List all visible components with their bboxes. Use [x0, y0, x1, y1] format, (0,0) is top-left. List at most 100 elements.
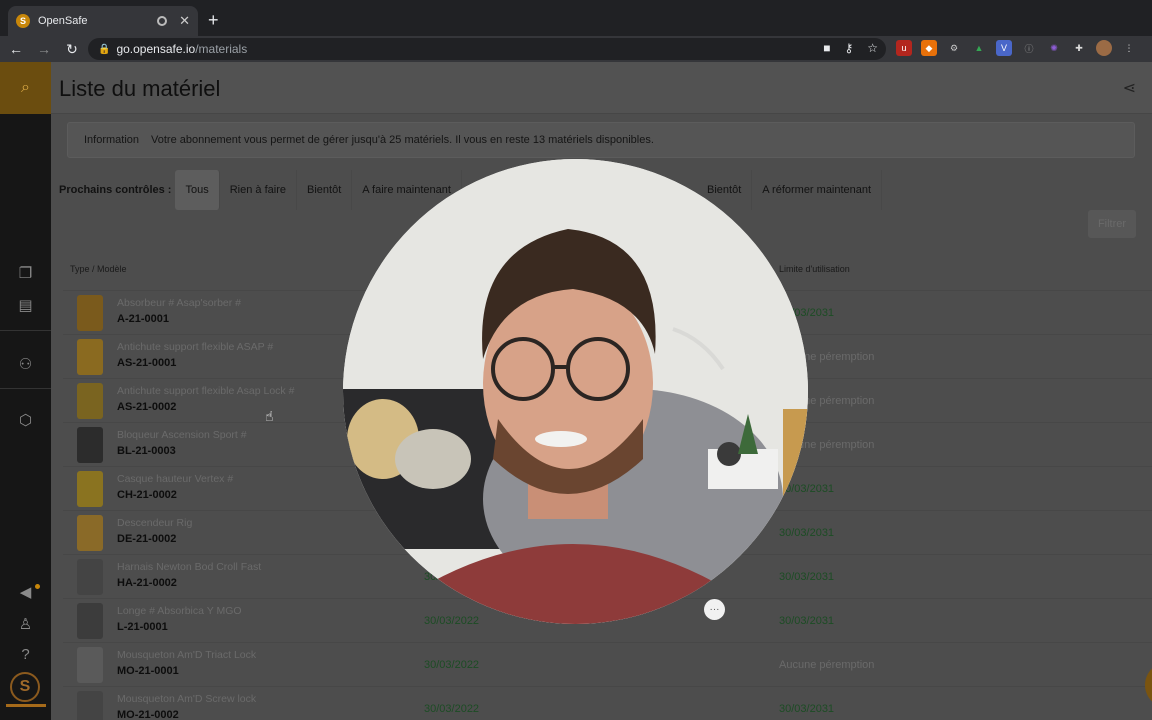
usage-limit-date: 30/03/2031: [779, 703, 835, 715]
sidebar-divider: [0, 330, 51, 331]
extension-vc-icon[interactable]: V: [996, 40, 1012, 56]
profile-avatar[interactable]: [1096, 40, 1112, 56]
webcam-person-image: [343, 159, 808, 624]
opensafe-favicon-icon: S: [16, 14, 30, 28]
info-banner: Information Votre abonnement vous permet…: [67, 122, 1135, 158]
bookmark-star-icon[interactable]: ☆: [867, 41, 878, 55]
key-icon[interactable]: ⚷: [844, 41, 853, 55]
page-header: Liste du matériel ⋖: [51, 62, 1152, 114]
usage-limit-date: 30/03/2031: [779, 527, 835, 539]
address-bar[interactable]: 🔒 go.opensafe.io/materials ■ ⚷ ☆: [88, 38, 886, 60]
material-thumbnail: [77, 559, 103, 595]
opensafe-logo[interactable]: S: [10, 672, 40, 702]
search-icon[interactable]: ⌕: [0, 62, 51, 114]
extension-drive-icon[interactable]: ▲: [971, 40, 987, 56]
filter-group-reform: Bientôt A réformer maintenant: [697, 170, 883, 210]
material-thumbnail: [77, 427, 103, 463]
new-tab-icon[interactable]: +: [208, 10, 219, 31]
webcam-bubble[interactable]: [343, 159, 808, 624]
more-icon[interactable]: ···: [704, 599, 725, 620]
reload-icon[interactable]: ↻: [60, 41, 84, 58]
camera-icon[interactable]: ■: [823, 41, 830, 55]
column-header-limit[interactable]: Limite d'utilisation: [779, 264, 850, 274]
material-name: Harnais Newton Bod Croll Fast: [117, 561, 262, 573]
filters-label: Prochains contrôles :: [59, 184, 172, 196]
browser-toolbar: ← → ↻ 🔒 go.opensafe.io/materials ■ ⚷ ☆ u…: [0, 36, 1152, 62]
users-icon[interactable]: ⚇: [0, 352, 51, 376]
material-code: AS-21-0001: [117, 357, 177, 369]
browser-menu-icon[interactable]: ⋮: [1121, 40, 1137, 56]
filter-all[interactable]: Tous: [175, 170, 220, 210]
tab-title: OpenSafe: [38, 15, 88, 27]
archive-icon[interactable]: ▤: [0, 293, 51, 317]
browser-tab[interactable]: S OpenSafe ✕: [8, 6, 198, 36]
material-name: Descendeur Rig: [117, 517, 193, 529]
extensions-puzzle-icon[interactable]: ✚: [1071, 40, 1087, 56]
close-tab-icon[interactable]: ✕: [179, 13, 190, 29]
info-label: Information: [84, 134, 140, 146]
extension-gear-icon[interactable]: ⚙: [946, 40, 962, 56]
next-control-date: 30/03/2022: [424, 703, 480, 715]
forward-icon[interactable]: →: [32, 41, 56, 57]
usage-limit-date: 30/03/2031: [779, 571, 835, 583]
next-control-date: 30/03/2022: [424, 615, 480, 627]
material-code: AS-21-0002: [117, 401, 177, 413]
material-code: MO-21-0002: [117, 709, 179, 720]
lock-icon: 🔒: [98, 43, 111, 55]
material-code: CH-21-0002: [117, 489, 177, 501]
filter-reform-now[interactable]: A réformer maintenant: [752, 170, 883, 210]
extension-purple-icon[interactable]: ✺: [1046, 40, 1062, 56]
material-code: MO-21-0001: [117, 665, 179, 677]
url-path: /materials: [195, 42, 248, 56]
extension-ublock-icon[interactable]: u: [896, 40, 912, 56]
material-thumbnail: [77, 603, 103, 639]
url-host: go.opensafe.io: [116, 42, 196, 56]
next-control-date: 30/03/2022: [424, 659, 480, 671]
material-thumbnail: [77, 339, 103, 375]
material-name: Bloqueur Ascension Sport #: [117, 429, 247, 441]
material-name: Mousqueton Am'D Triact Lock: [117, 649, 257, 661]
back-icon[interactable]: ←: [4, 41, 28, 57]
megaphone-icon[interactable]: ◀: [0, 580, 51, 604]
material-name: Absorbeur # Asap'sorber #: [117, 297, 241, 309]
extensions-bar: u ◆ ⚙ ▲ V ⓘ ✺ ✚ ⋮: [896, 40, 1137, 56]
copy-icon[interactable]: ❐: [0, 261, 51, 285]
browser-tabbar: S OpenSafe ✕ +: [0, 0, 1152, 36]
material-code: L-21-0001: [117, 621, 168, 633]
user-icon[interactable]: ♙: [0, 612, 51, 636]
box-icon[interactable]: ⬡: [0, 408, 51, 432]
logo-underline: [6, 704, 46, 707]
filter-button[interactable]: Filtrer: [1088, 210, 1136, 238]
material-thumbnail: [77, 295, 103, 331]
material-thumbnail: [77, 471, 103, 507]
material-name: Longe # Absorbica Y MGO: [117, 605, 242, 617]
filter-soon[interactable]: Bientôt: [297, 170, 353, 210]
material-name: Casque hauteur Vertex #: [117, 473, 234, 485]
info-text: Votre abonnement vous permet de gérer ju…: [151, 134, 654, 146]
recording-icon: [157, 16, 168, 26]
share-icon[interactable]: ⋖: [1123, 78, 1136, 98]
help-icon[interactable]: ?: [0, 642, 51, 666]
material-code: DE-21-0002: [117, 533, 177, 545]
material-name: Antichute support flexible ASAP #: [117, 341, 274, 353]
material-name: Antichute support flexible Asap Lock #: [117, 385, 295, 397]
usage-limit-date: Aucune péremption: [779, 659, 875, 671]
sidebar-divider: [0, 388, 51, 389]
extension-orange-icon[interactable]: ◆: [921, 40, 937, 56]
material-code: HA-21-0002: [117, 577, 177, 589]
sidebar: ⌕ ❐ ▤ ⚇ ⬡ ◀ ♙ ? S: [0, 62, 51, 720]
material-thumbnail: [77, 515, 103, 551]
usage-limit-date: 30/03/2031: [779, 615, 835, 627]
table-row[interactable]: Mousqueton Am'D Triact Lock MO-21-0001 30/…: [63, 642, 1152, 686]
material-thumbnail: [77, 383, 103, 419]
mouse-cursor-icon: ☝: [265, 408, 274, 424]
material-code: BL-21-0003: [117, 445, 176, 457]
material-thumbnail: [77, 647, 103, 683]
notification-dot: [35, 584, 40, 589]
filter-group-controls: Prochains contrôles : Tous Rien à faire …: [59, 170, 462, 210]
filter-nothing[interactable]: Rien à faire: [220, 170, 297, 210]
table-row[interactable]: Mousqueton Am'D Screw lock MO-21-0002 30/0…: [63, 686, 1152, 720]
column-header-type[interactable]: Type / Modèle: [70, 264, 127, 274]
extension-info-icon[interactable]: ⓘ: [1021, 40, 1037, 56]
material-thumbnail: [77, 691, 103, 720]
